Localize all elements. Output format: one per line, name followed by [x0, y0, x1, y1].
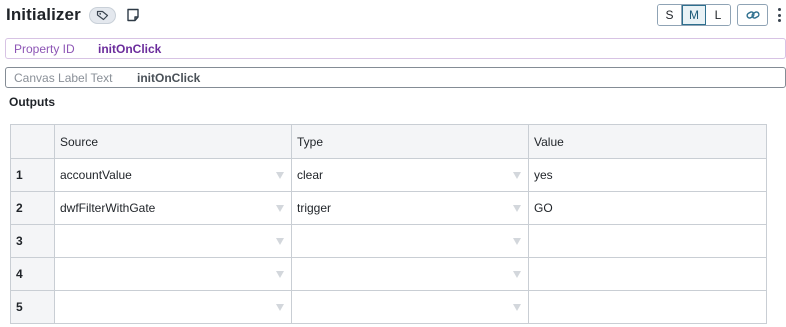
canvas-label-label: Canvas Label Text [14, 70, 113, 85]
table-row: 1 accountValue clear yes [10, 158, 767, 192]
value-cell[interactable] [528, 224, 767, 258]
source-select[interactable] [54, 257, 292, 291]
tag-button[interactable] [88, 6, 116, 24]
type-value: clear [297, 168, 324, 182]
size-m-button[interactable]: M [682, 5, 706, 25]
value-cell[interactable]: yes [528, 158, 767, 192]
value-cell[interactable]: GO [528, 191, 767, 225]
table-row: 4 [10, 257, 767, 291]
value-cell[interactable] [528, 290, 767, 324]
dropdown-caret-icon [276, 172, 284, 179]
column-header-source: Source [54, 124, 292, 159]
dropdown-caret-icon [513, 238, 521, 245]
row-number: 3 [10, 224, 55, 258]
source-select[interactable]: accountValue [54, 158, 292, 192]
table-header-row: Source Type Value [10, 124, 767, 159]
table-row: 2 dwfFilterWithGate trigger GO [10, 191, 767, 225]
canvas-label-field[interactable]: Canvas Label Text initOnClick [5, 67, 786, 88]
property-id-value: initOnClick [98, 41, 162, 56]
source-select[interactable] [54, 224, 292, 258]
edit-note-button[interactable] [124, 6, 142, 24]
row-number: 1 [10, 158, 55, 192]
source-select[interactable] [54, 290, 292, 324]
header: Initializer [6, 4, 142, 26]
property-id-label: Property ID [14, 41, 75, 56]
more-vertical-icon[interactable] [775, 6, 783, 24]
dropdown-caret-icon [276, 238, 284, 245]
dropdown-caret-icon [513, 271, 521, 278]
type-select[interactable] [291, 257, 529, 291]
dropdown-caret-icon [513, 205, 521, 212]
value-cell[interactable] [528, 257, 767, 291]
dropdown-caret-icon [513, 172, 521, 179]
row-number: 5 [10, 290, 55, 324]
tag-icon [96, 10, 108, 20]
type-select[interactable]: clear [291, 158, 529, 192]
column-header-value: Value [528, 124, 767, 159]
table-row: 5 [10, 290, 767, 324]
type-select[interactable] [291, 290, 529, 324]
column-header-type: Type [291, 124, 529, 159]
link-icon [745, 11, 760, 19]
dropdown-caret-icon [276, 205, 284, 212]
source-value: accountValue [60, 168, 132, 182]
size-s-button[interactable]: S [658, 5, 682, 25]
size-toggle: S M L [657, 4, 731, 26]
type-select[interactable]: trigger [291, 191, 529, 225]
row-number: 4 [10, 257, 55, 291]
property-id-field[interactable]: Property ID initOnClick [5, 38, 786, 59]
canvas-label-value: initOnClick [137, 70, 201, 85]
outputs-table: Source Type Value 1 accountValue clear y… [10, 124, 767, 324]
size-l-button[interactable]: L [706, 5, 730, 25]
source-select[interactable]: dwfFilterWithGate [54, 191, 292, 225]
type-select[interactable] [291, 224, 529, 258]
outputs-heading: Outputs [9, 95, 55, 109]
link-button[interactable] [737, 4, 768, 26]
row-number: 2 [10, 191, 55, 225]
type-value: trigger [297, 201, 332, 215]
column-header-index [10, 124, 55, 159]
dropdown-caret-icon [513, 304, 521, 311]
dropdown-caret-icon [276, 271, 284, 278]
page-title: Initializer [6, 5, 81, 24]
dropdown-caret-icon [276, 304, 284, 311]
source-value: dwfFilterWithGate [60, 201, 156, 215]
edit-note-icon [127, 8, 139, 22]
table-row: 3 [10, 224, 767, 258]
